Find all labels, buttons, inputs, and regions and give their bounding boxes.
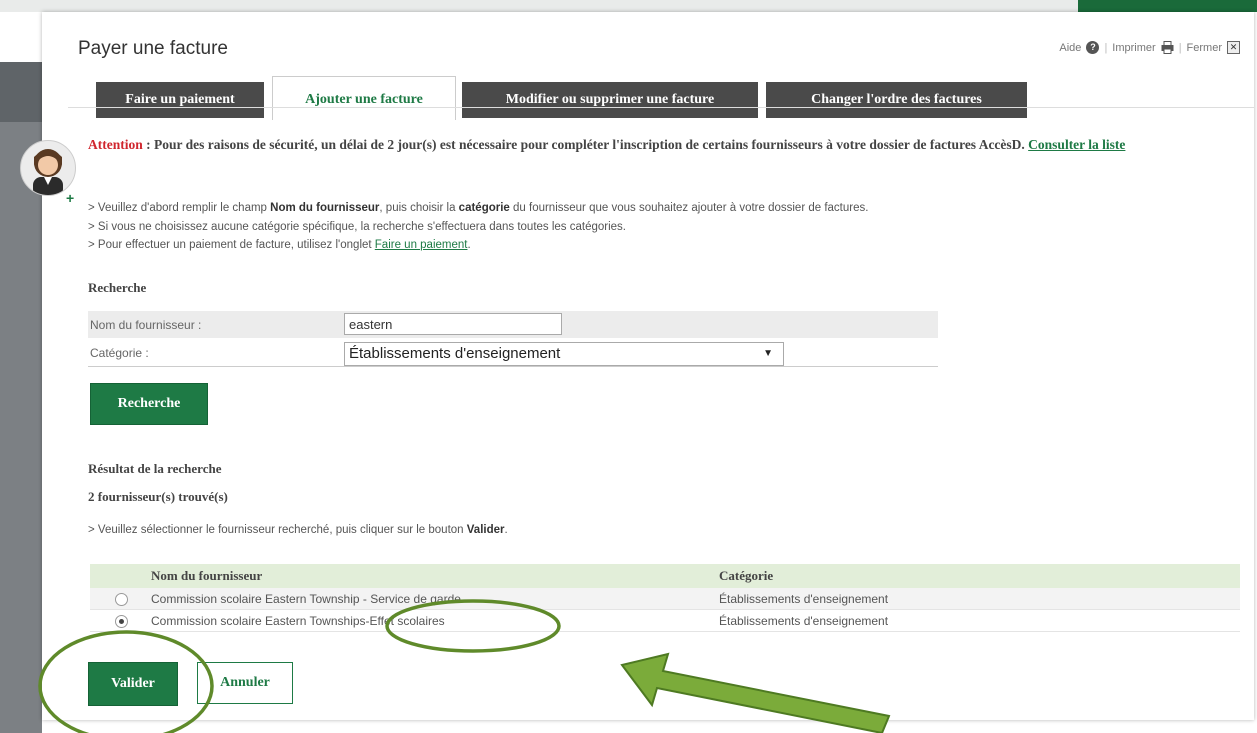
assistant-avatar[interactable] (20, 140, 76, 196)
attention-label: Attention (88, 137, 143, 152)
help-link[interactable]: Aide (1059, 42, 1081, 54)
print-icon[interactable] (1161, 41, 1174, 54)
instr-text: du fournisseur que vous souhaitez ajoute… (509, 202, 869, 214)
supplier-radio[interactable] (115, 592, 128, 606)
supplier-name-cell: Commission scolaire Eastern Township - S… (150, 588, 718, 610)
validate-button[interactable]: Valider (88, 662, 178, 706)
results-header-row: Nom du fournisseur Catégorie (90, 564, 1240, 588)
cancel-button[interactable]: Annuler (197, 662, 293, 704)
close-link[interactable]: Fermer (1187, 42, 1222, 54)
instr-text: > Pour effectuer un paiement de facture,… (88, 239, 375, 251)
make-payment-link[interactable]: Faire un paiement (375, 239, 468, 251)
category-select[interactable]: Établissements d'enseignement ▼ (344, 342, 784, 366)
category-selected-value: Établissements d'enseignement (349, 345, 561, 362)
supplier-radio-selected[interactable] (115, 614, 128, 628)
supplier-column-header: Nom du fournisseur (150, 564, 718, 588)
search-button[interactable]: Recherche (90, 383, 208, 425)
instr-text: . (467, 239, 471, 251)
notice-text: : Pour des raisons de sécurité, un délai… (142, 137, 1029, 152)
close-icon[interactable]: ✕ (1227, 41, 1240, 54)
results-count: 2 fournisseur(s) trouvé(s) (88, 489, 228, 504)
instruction-line-2: > Si vous ne choisissez aucune catégorie… (88, 221, 627, 233)
dialog-toolbar: Aide ? | Imprimer | Fermer ✕ (1059, 41, 1240, 54)
supplier-name-cell: Commission scolaire Eastern Townships-Ef… (150, 609, 718, 632)
backdrop-left-band (0, 62, 42, 122)
results-instruction: > Veuillez sélectionner le fournisseur r… (88, 524, 508, 536)
backdrop-top (0, 0, 1257, 12)
select-column-header (90, 564, 150, 588)
instr-bold: Valider (466, 524, 505, 536)
instr-text: > Veuillez sélectionner le fournisseur r… (88, 524, 467, 536)
toolbar-separator: | (1104, 41, 1108, 54)
tab-faire-paiement[interactable]: Faire un paiement (96, 82, 264, 118)
print-link[interactable]: Imprimer (1112, 42, 1155, 54)
dropdown-arrow-icon: ▼ (763, 348, 773, 359)
instr-bold: Nom du fournisseur (270, 202, 380, 214)
instruction-line-3: > Pour effectuer un paiement de facture,… (88, 239, 471, 251)
avatar-plus-icon: + (66, 190, 75, 206)
toolbar-separator: | (1178, 41, 1182, 54)
dialog-title: Payer une facture (78, 38, 228, 59)
supplier-label: Nom du fournisseur : (90, 318, 202, 332)
backdrop-top-green (1078, 0, 1257, 12)
instr-text: . (504, 524, 508, 536)
backdrop-left-lower (0, 122, 42, 733)
tab-underline (68, 107, 1254, 108)
category-label: Catégorie : (90, 346, 149, 360)
supplier-row: Nom du fournisseur : eastern (88, 311, 938, 338)
tab-ajouter-facture[interactable]: Ajouter une facture (272, 76, 456, 120)
results-table: Nom du fournisseur Catégorie Commission … (90, 564, 1240, 632)
tab-changer-ordre[interactable]: Changer l'ordre des factures (766, 82, 1027, 118)
supplier-input[interactable]: eastern (344, 313, 562, 335)
table-row[interactable]: Commission scolaire Eastern Township - S… (90, 588, 1240, 610)
instr-text: , puis choisir la (379, 202, 459, 214)
results-heading: Résultat de la recherche (88, 461, 222, 476)
table-row[interactable]: Commission scolaire Eastern Townships-Ef… (90, 609, 1240, 632)
category-cell: Établissements d'enseignement (718, 588, 1240, 610)
help-icon[interactable]: ? (1086, 41, 1100, 54)
instruction-line-1: > Veuillez d'abord remplir le champ Nom … (88, 202, 868, 214)
instr-bold: catégorie (458, 202, 510, 214)
category-column-header: Catégorie (718, 564, 1240, 588)
category-row: Catégorie : Établissements d'enseignemen… (88, 339, 938, 367)
instr-text: > Veuillez d'abord remplir le champ (88, 202, 271, 214)
category-cell: Établissements d'enseignement (718, 609, 1240, 632)
search-heading: Recherche (88, 280, 147, 295)
tab-modifier-supprimer[interactable]: Modifier ou supprimer une facture (462, 82, 758, 118)
consult-list-link[interactable]: Consulter la liste (1028, 137, 1125, 152)
security-notice: Attention : Pour des raisons de sécurité… (88, 136, 1248, 154)
